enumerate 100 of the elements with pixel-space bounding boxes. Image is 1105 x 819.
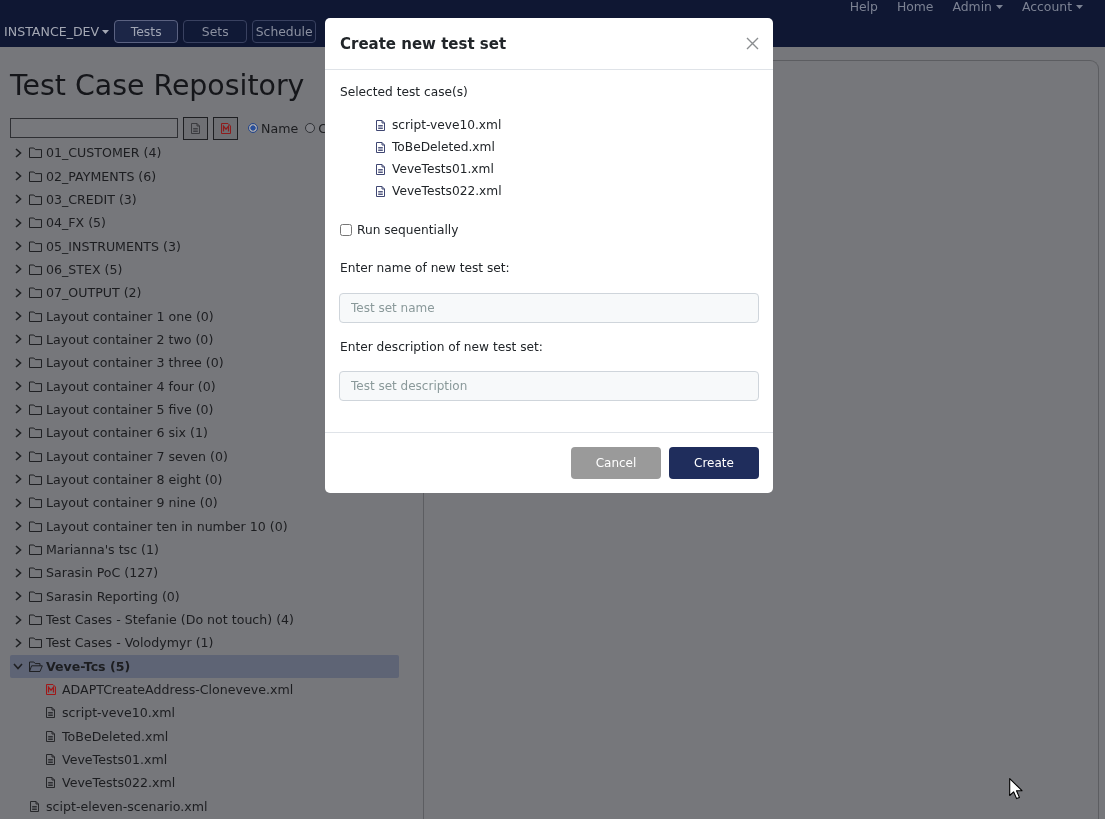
document-icon	[30, 800, 39, 812]
folder-icon	[29, 637, 42, 649]
dialog-title: Create new test set	[340, 33, 507, 54]
radio-button[interactable]	[248, 123, 258, 133]
chevron-right-icon[interactable]	[14, 427, 22, 438]
folder-icon	[29, 520, 42, 532]
cancel-button[interactable]: Cancel	[571, 447, 661, 479]
folder-icon	[29, 217, 42, 229]
radio-label[interactable]: Name	[261, 120, 299, 136]
name-field[interactable]: Test set name	[339, 293, 759, 323]
caret-icon	[102, 29, 110, 34]
tree-item[interactable]: 07_OUTPUT (2)	[10, 281, 142, 305]
chevron-right-icon[interactable]	[14, 171, 22, 181]
tree-item[interactable]: 03_CREDIT (3)	[10, 187, 137, 212]
chevron-right-icon[interactable]	[14, 264, 22, 275]
tree-item[interactable]: 05_INSTRUMENTS (3)	[10, 234, 181, 258]
tree-item[interactable]: VeveTests022.xml	[10, 771, 176, 795]
nav-link[interactable]: Home	[896, 0, 934, 14]
folder-icon	[29, 193, 42, 205]
open-folder-icon	[29, 660, 43, 672]
chevron-right-icon[interactable]	[14, 334, 22, 345]
tree-item[interactable]: Test Cases - Volodymyr (1)	[10, 631, 214, 655]
folder-icon	[29, 380, 42, 392]
nav-tab[interactable]: Tests	[114, 20, 179, 43]
file-name: VeveTests01.xml	[392, 162, 494, 176]
checkbox-label[interactable]: Run sequentially	[357, 223, 459, 237]
tree-item[interactable]: scipt-eleven-scenario.xml	[10, 794, 208, 818]
tree-item[interactable]: Veve-Tcs (5)	[10, 654, 399, 678]
folder-icon	[29, 310, 42, 322]
tree-item[interactable]: script-veve10.xml	[10, 701, 175, 725]
tree-item[interactable]: Layout container 1 one (0)	[10, 304, 214, 328]
description-field[interactable]: Test set description	[339, 371, 759, 401]
chevron-right-icon[interactable]	[14, 311, 22, 322]
tree-item[interactable]: Test Cases - Stefanie (Do not touch) (4)	[10, 607, 295, 632]
chevron-down-icon[interactable]	[13, 662, 23, 670]
folder-icon	[29, 147, 42, 159]
chevron-right-icon[interactable]	[14, 287, 22, 298]
document-icon	[46, 777, 55, 789]
chevron-right-icon[interactable]	[14, 404, 22, 415]
chevron-right-icon[interactable]	[14, 451, 22, 462]
tree-item[interactable]: 01_CUSTOMER (4)	[10, 141, 162, 165]
tree-item[interactable]: Layout container ten in number 10 (0)	[10, 514, 288, 538]
caret-icon	[1076, 5, 1083, 9]
document-icon	[376, 141, 385, 153]
tree-item[interactable]: 02_PAYMENTS (6)	[10, 164, 157, 188]
chevron-right-icon[interactable]	[14, 637, 22, 648]
checkbox[interactable]	[340, 224, 352, 236]
document-icon	[376, 185, 385, 197]
folder-icon	[29, 263, 42, 275]
tree-item[interactable]: 04_FX (5)	[10, 211, 107, 235]
create-button[interactable]: Create	[669, 447, 759, 479]
document-icon	[46, 754, 55, 766]
tree-item[interactable]: Sarasin PoC (127)	[10, 561, 159, 585]
document-icon	[376, 119, 385, 131]
folder-icon	[29, 427, 42, 439]
mouse-pointer-icon	[1009, 778, 1023, 800]
nav-link[interactable]: Account	[1021, 0, 1083, 14]
chevron-right-icon[interactable]	[14, 381, 22, 392]
tree-item[interactable]: Layout container 7 seven (0)	[10, 444, 228, 468]
tree-item[interactable]: Layout container 8 eight (0)	[10, 467, 223, 492]
tree-item[interactable]: Layout container 3 three (0)	[10, 351, 224, 375]
search-field[interactable]	[10, 118, 178, 138]
nav-link[interactable]: Admin	[952, 0, 1003, 14]
chevron-right-icon[interactable]	[14, 357, 22, 368]
tree-item[interactable]: 06_STEX (5)	[10, 257, 123, 282]
tree-item[interactable]: Layout container 6 six (1)	[10, 421, 208, 445]
chevron-right-icon[interactable]	[14, 567, 22, 578]
chevron-right-icon[interactable]	[14, 147, 22, 158]
tree-item[interactable]: Layout container 4 four (0)	[10, 374, 216, 398]
tree-item[interactable]: Layout container 2 two (0)	[10, 327, 214, 352]
tree-item[interactable]: Sarasin Reporting (0)	[10, 584, 180, 608]
chevron-right-icon[interactable]	[14, 194, 22, 205]
radio-button[interactable]	[305, 123, 316, 133]
nav-tab[interactable]: Schedule	[252, 20, 317, 43]
folder-icon	[29, 240, 42, 252]
chevron-right-icon[interactable]	[14, 497, 22, 508]
instance-dropdown[interactable]: INSTANCE_DEV	[0, 23, 110, 40]
page-title: Test Case Repository	[10, 68, 305, 104]
tree-item[interactable]: Layout container 9 nine (0)	[10, 491, 218, 515]
chevron-right-icon[interactable]	[14, 241, 22, 252]
toolbar-button[interactable]	[213, 116, 238, 140]
chevron-right-icon[interactable]	[14, 217, 22, 228]
tree-item[interactable]: ToBeDeleted.xml	[10, 724, 169, 748]
folder-icon	[29, 474, 42, 485]
section-label: Selected test case(s)	[340, 84, 468, 101]
close-button[interactable]	[745, 36, 760, 51]
nav-tab[interactable]: Sets	[183, 20, 248, 43]
tree-item[interactable]: VeveTests01.xml	[10, 747, 168, 772]
chevron-right-icon[interactable]	[14, 474, 22, 485]
close-icon	[746, 37, 759, 50]
caret-icon	[995, 5, 1003, 9]
tree-item[interactable]: Layout container 5 five (0)	[10, 397, 214, 422]
chevron-right-icon[interactable]	[14, 521, 22, 532]
chevron-right-icon[interactable]	[14, 614, 22, 625]
tree-item[interactable]: Marianna's tsc (1)	[10, 537, 159, 562]
toolbar-button[interactable]	[183, 116, 208, 140]
nav-link[interactable]: Help	[849, 0, 878, 14]
chevron-right-icon[interactable]	[14, 591, 22, 602]
chevron-right-icon[interactable]	[14, 544, 22, 555]
tree-item[interactable]: ADAPTCreateAddress-Cloneveve.xml	[10, 677, 294, 702]
